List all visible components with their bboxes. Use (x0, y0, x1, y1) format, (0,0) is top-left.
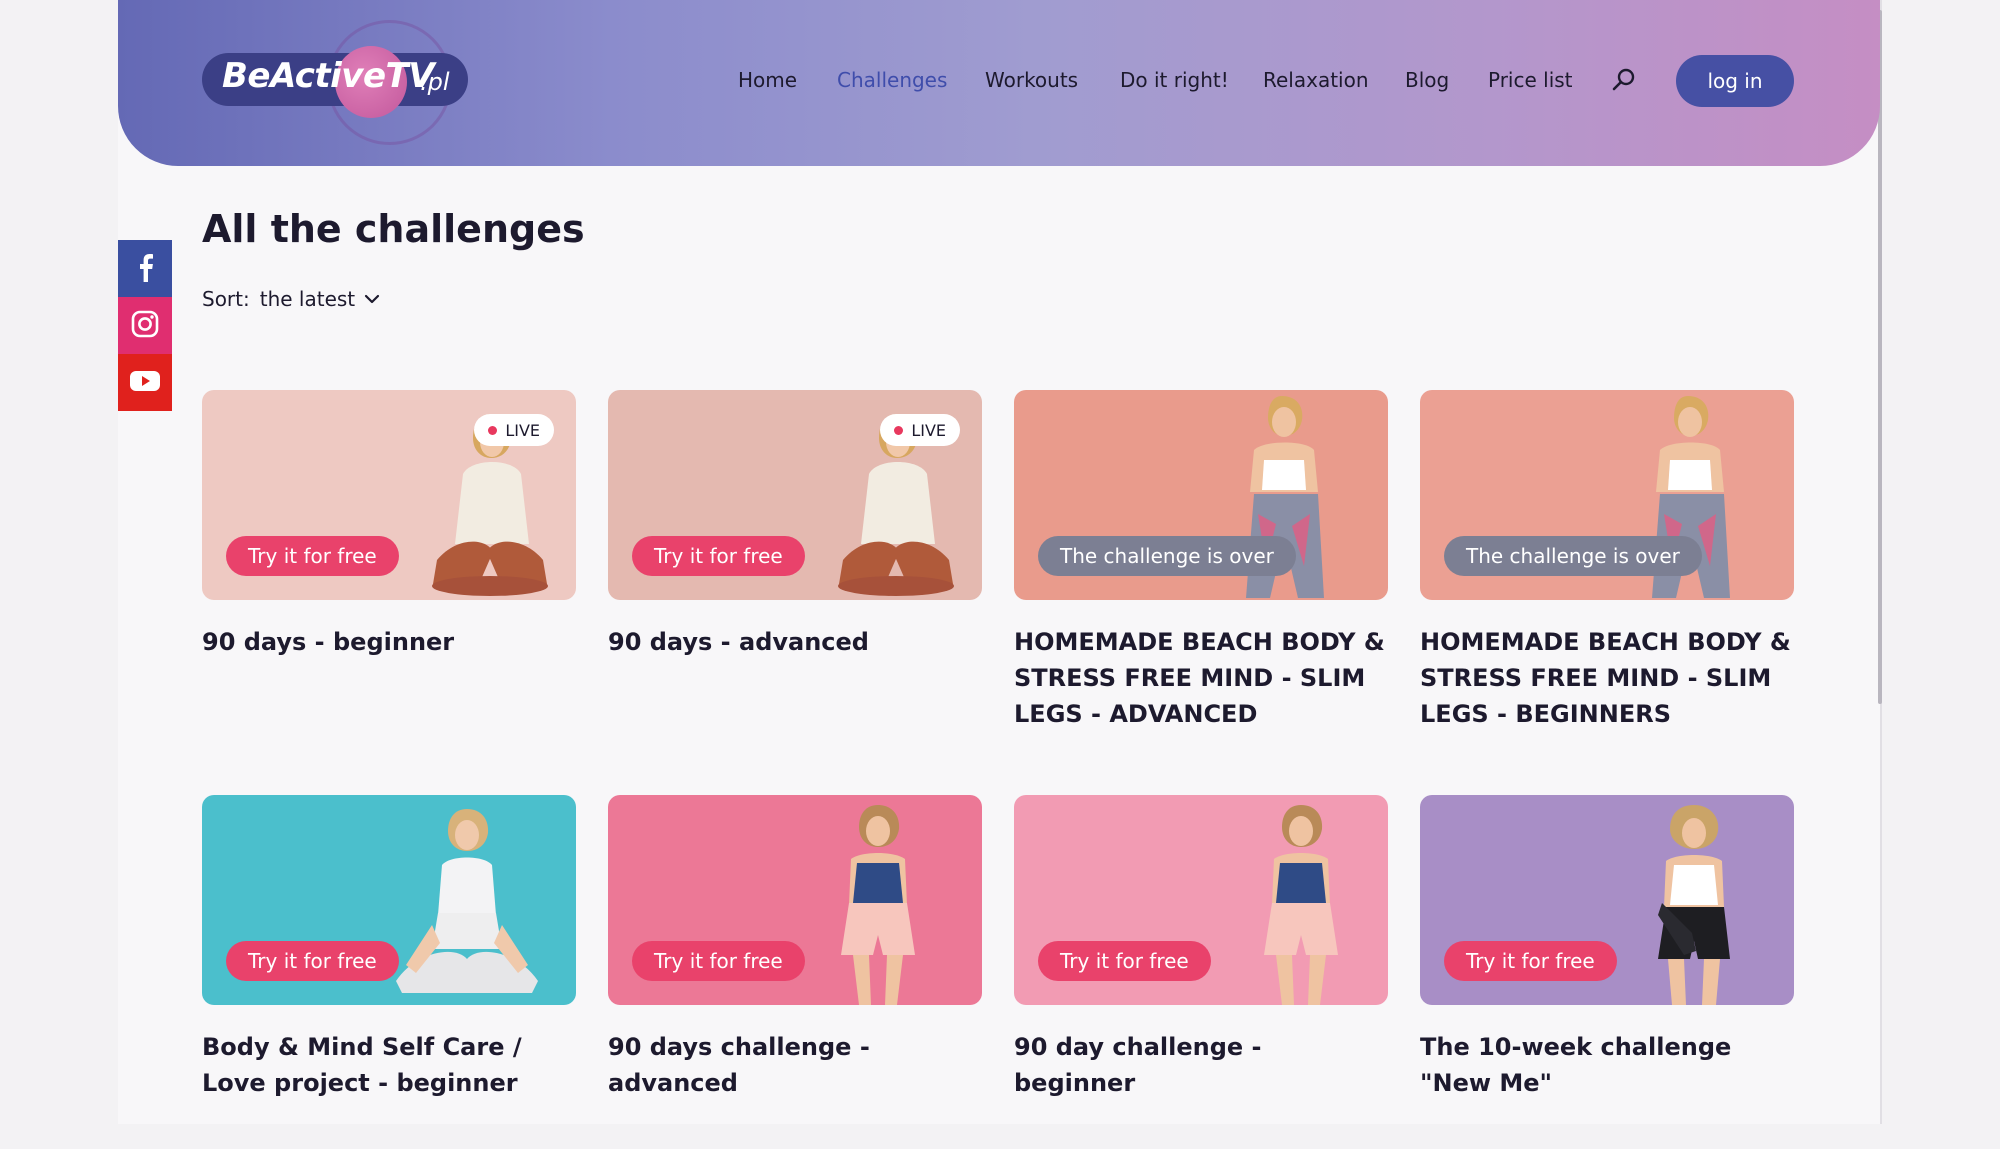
card-title[interactable]: HOMEMADE BEACH BODY & STRESS FREE MIND -… (1014, 624, 1388, 732)
chevron-down-icon (365, 294, 380, 304)
challenge-card[interactable]: LIVE Try it for free 90 days - beginner (202, 390, 576, 660)
challenge-card[interactable]: Try it for free The 10-week challenge "N… (1420, 795, 1794, 1101)
challenge-over-label: The challenge is over (1444, 536, 1702, 576)
try-free-button[interactable]: Try it for free (226, 536, 399, 576)
try-free-button[interactable]: Try it for free (632, 536, 805, 576)
search-icon[interactable] (1610, 66, 1638, 94)
card-thumbnail[interactable]: Try it for free (608, 795, 982, 1005)
try-free-button[interactable]: Try it for free (632, 941, 805, 981)
card-thumbnail[interactable]: Try it for free (1014, 795, 1388, 1005)
instagram-link[interactable] (118, 297, 172, 354)
sort-label: Sort: (202, 287, 250, 311)
sort-value: the latest (259, 287, 356, 311)
card-thumbnail[interactable]: Try it for free (202, 795, 576, 1005)
trainer-image (1658, 805, 1730, 1005)
youtube-icon (129, 369, 161, 397)
instagram-icon (130, 309, 160, 343)
live-badge-label: LIVE (505, 420, 540, 440)
card-title[interactable]: 90 day challenge - beginner (1014, 1029, 1388, 1101)
card-title[interactable]: The 10-week challenge "New Me" (1420, 1029, 1794, 1101)
nav-do-it-right[interactable]: Do it right! (1120, 68, 1229, 92)
card-title[interactable]: 90 days challenge - advanced (608, 1029, 982, 1101)
trainer-image (1264, 805, 1338, 1005)
nav-relaxation[interactable]: Relaxation (1263, 68, 1369, 92)
card-title[interactable]: Body & Mind Self Care / Love project - b… (202, 1029, 576, 1101)
card-title[interactable]: HOMEMADE BEACH BODY & STRESS FREE MIND -… (1420, 624, 1794, 732)
challenge-card[interactable]: Try it for free 90 day challenge - begin… (1014, 795, 1388, 1101)
logo-text: BeActiveTV (222, 56, 435, 96)
nav-home[interactable]: Home (738, 68, 797, 92)
challenge-over-label: The challenge is over (1038, 536, 1296, 576)
card-thumbnail[interactable]: LIVE Try it for free (608, 390, 982, 600)
card-thumbnail[interactable]: The challenge is over (1420, 390, 1794, 600)
live-badge-label: LIVE (911, 420, 946, 440)
nav-blog[interactable]: Blog (1405, 68, 1449, 92)
card-thumbnail[interactable]: Try it for free (1420, 795, 1794, 1005)
nav-workouts[interactable]: Workouts (985, 68, 1078, 92)
brand-logo[interactable]: BeActiveTV .pl (202, 20, 472, 145)
card-thumbnail[interactable]: LIVE Try it for free (202, 390, 576, 600)
card-thumbnail[interactable]: The challenge is over (1014, 390, 1388, 600)
live-badge: LIVE (880, 414, 960, 446)
try-free-button[interactable]: Try it for free (226, 941, 399, 981)
challenge-card[interactable]: The challenge is over HOMEMADE BEACH BOD… (1420, 390, 1794, 732)
youtube-link[interactable] (118, 354, 172, 411)
card-title[interactable]: 90 days - beginner (202, 624, 576, 660)
trainer-image (396, 809, 538, 993)
login-button[interactable]: log in (1676, 55, 1794, 107)
logo-suffix: .pl (420, 68, 450, 96)
facebook-icon (134, 252, 156, 286)
live-badge: LIVE (474, 414, 554, 446)
page-title: All the challenges (202, 207, 585, 251)
nav-challenges[interactable]: Challenges (837, 68, 947, 92)
challenge-card[interactable]: LIVE Try it for free 90 days - advanced (608, 390, 982, 660)
try-free-button[interactable]: Try it for free (1444, 941, 1617, 981)
site-header: BeActiveTV .pl Home Challenges Workouts … (118, 0, 1880, 166)
sort-dropdown[interactable]: Sort: the latest (202, 287, 381, 311)
live-dot-icon (894, 425, 904, 435)
facebook-link[interactable] (118, 240, 172, 297)
card-title[interactable]: 90 days - advanced (608, 624, 982, 660)
try-free-button[interactable]: Try it for free (1038, 941, 1211, 981)
challenge-card[interactable]: The challenge is over HOMEMADE BEACH BOD… (1014, 390, 1388, 732)
nav-price-list[interactable]: Price list (1488, 68, 1573, 92)
trainer-image (841, 805, 915, 1005)
challenge-card[interactable]: Try it for free 90 days challenge - adva… (608, 795, 982, 1101)
live-dot-icon (488, 425, 498, 435)
challenge-card[interactable]: Try it for free Body & Mind Self Care / … (202, 795, 576, 1101)
